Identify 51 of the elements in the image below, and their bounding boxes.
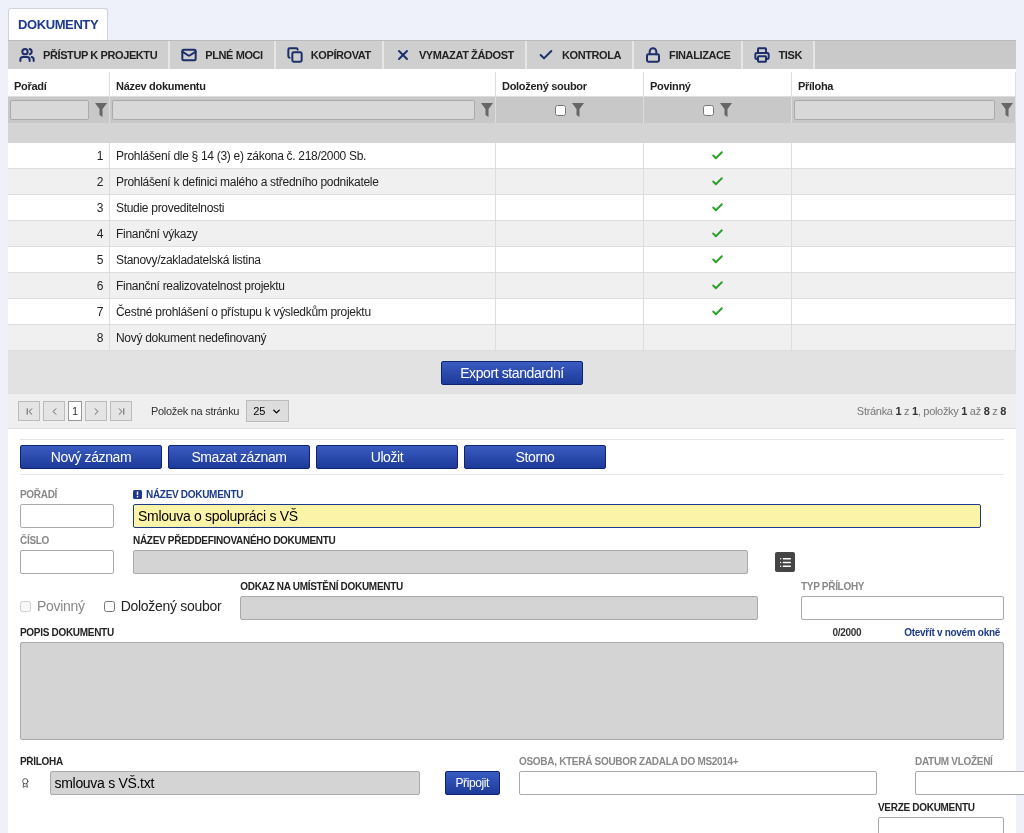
per-page-label: Položek na stránku bbox=[151, 405, 240, 417]
checkbox-label: Povinný bbox=[37, 598, 85, 614]
input-field[interactable]: Smlouva o spolupráci s VŠ bbox=[133, 504, 981, 528]
field-label: OSOBA, KTERÁ SOUBOR ZADALA DO MS2014+ bbox=[519, 756, 740, 767]
field-label: TYP PŘÍLOHY bbox=[801, 581, 866, 592]
table-cell: Prohlášení dle § 14 (3) e) zákona č. 218/2000 Sb. bbox=[110, 143, 496, 168]
table-cell: Čestné prohlášení o přístupu k výsledkům projektu bbox=[110, 299, 496, 324]
toolbar-button[interactable]: KOPÍROVAT bbox=[275, 41, 384, 69]
table-cell: 6 bbox=[8, 273, 110, 298]
table-cell: 3 bbox=[8, 195, 110, 220]
input-field[interactable]: smlouva s VŠ.txt bbox=[49, 771, 420, 795]
action-button[interactable]: Nový záznam bbox=[20, 445, 162, 469]
field-label: PŘÍLOHA bbox=[20, 756, 64, 767]
table-cell: 7 bbox=[8, 299, 110, 324]
action-button[interactable]: Storno bbox=[464, 445, 606, 469]
attach-button[interactable]: Připojit bbox=[444, 771, 500, 795]
field-label: NÁZEV DOKUMENTU bbox=[133, 489, 981, 500]
field-label: ČÍSLO bbox=[20, 535, 51, 546]
field-label: POŘADÍ bbox=[20, 489, 59, 500]
field-label: POPIS DOKUMENTU bbox=[20, 627, 114, 638]
action-button[interactable]: Uložit bbox=[316, 445, 458, 469]
field-label: VERZE DOKUMENTU bbox=[878, 802, 976, 813]
field-label: ODKAZ NA UMÍSTĚNÍ DOKUMENTU bbox=[240, 581, 404, 592]
table-cell: Stanovy/zakladatelská listina bbox=[110, 247, 496, 272]
toolbar-button[interactable]: KONTROLA bbox=[526, 41, 635, 69]
table-cell: Finanční realizovatelnost projektu bbox=[110, 273, 496, 298]
table-cell: 8 bbox=[8, 325, 110, 350]
toolbar-button[interactable]: PLNÉ MOCI bbox=[170, 41, 276, 69]
character-counter: 0/2000 bbox=[832, 627, 862, 638]
table-cell: 4 bbox=[8, 221, 110, 246]
table-cell: Prohlášení k definici malého a středního podnikatele bbox=[110, 169, 496, 194]
field-label: DATUM VLOŽENÍ bbox=[915, 756, 994, 767]
toolbar-button[interactable]: PŘÍSTUP K PROJEKTU bbox=[8, 41, 171, 69]
table-cell: Studie proveditelnosti bbox=[110, 195, 496, 220]
action-button[interactable]: Smazat záznam bbox=[168, 445, 310, 469]
field-label: NÁZEV PŘEDDEFINOVANÉHO DOKUMENTU bbox=[133, 535, 337, 546]
toolbar-button[interactable]: VYMAZAT ŽÁDOST bbox=[383, 41, 527, 69]
checkbox-label: Doložený soubor bbox=[120, 598, 222, 614]
per-page-select[interactable]: 25 bbox=[246, 400, 290, 422]
pager-summary: Stránka 1 z 1, položky 1 až 8 z 8 bbox=[856, 405, 1006, 417]
table-cell: 1 bbox=[8, 143, 110, 168]
table-cell: 2 bbox=[8, 169, 110, 194]
open-link[interactable]: Otevřít v novém okně bbox=[904, 627, 1000, 638]
page-number[interactable]: 1 bbox=[68, 401, 82, 421]
export-button[interactable]: Export standardní bbox=[441, 361, 583, 385]
toolbar-button[interactable]: FINALIZACE bbox=[634, 41, 744, 69]
toolbar-button[interactable]: TISK bbox=[743, 41, 815, 69]
table-cell: Nový dokument nedefinovaný bbox=[110, 325, 496, 350]
table-cell: Finanční výkazy bbox=[110, 221, 496, 246]
tab[interactable]: DOKUMENTY bbox=[8, 8, 109, 40]
table-cell: 5 bbox=[8, 247, 110, 272]
